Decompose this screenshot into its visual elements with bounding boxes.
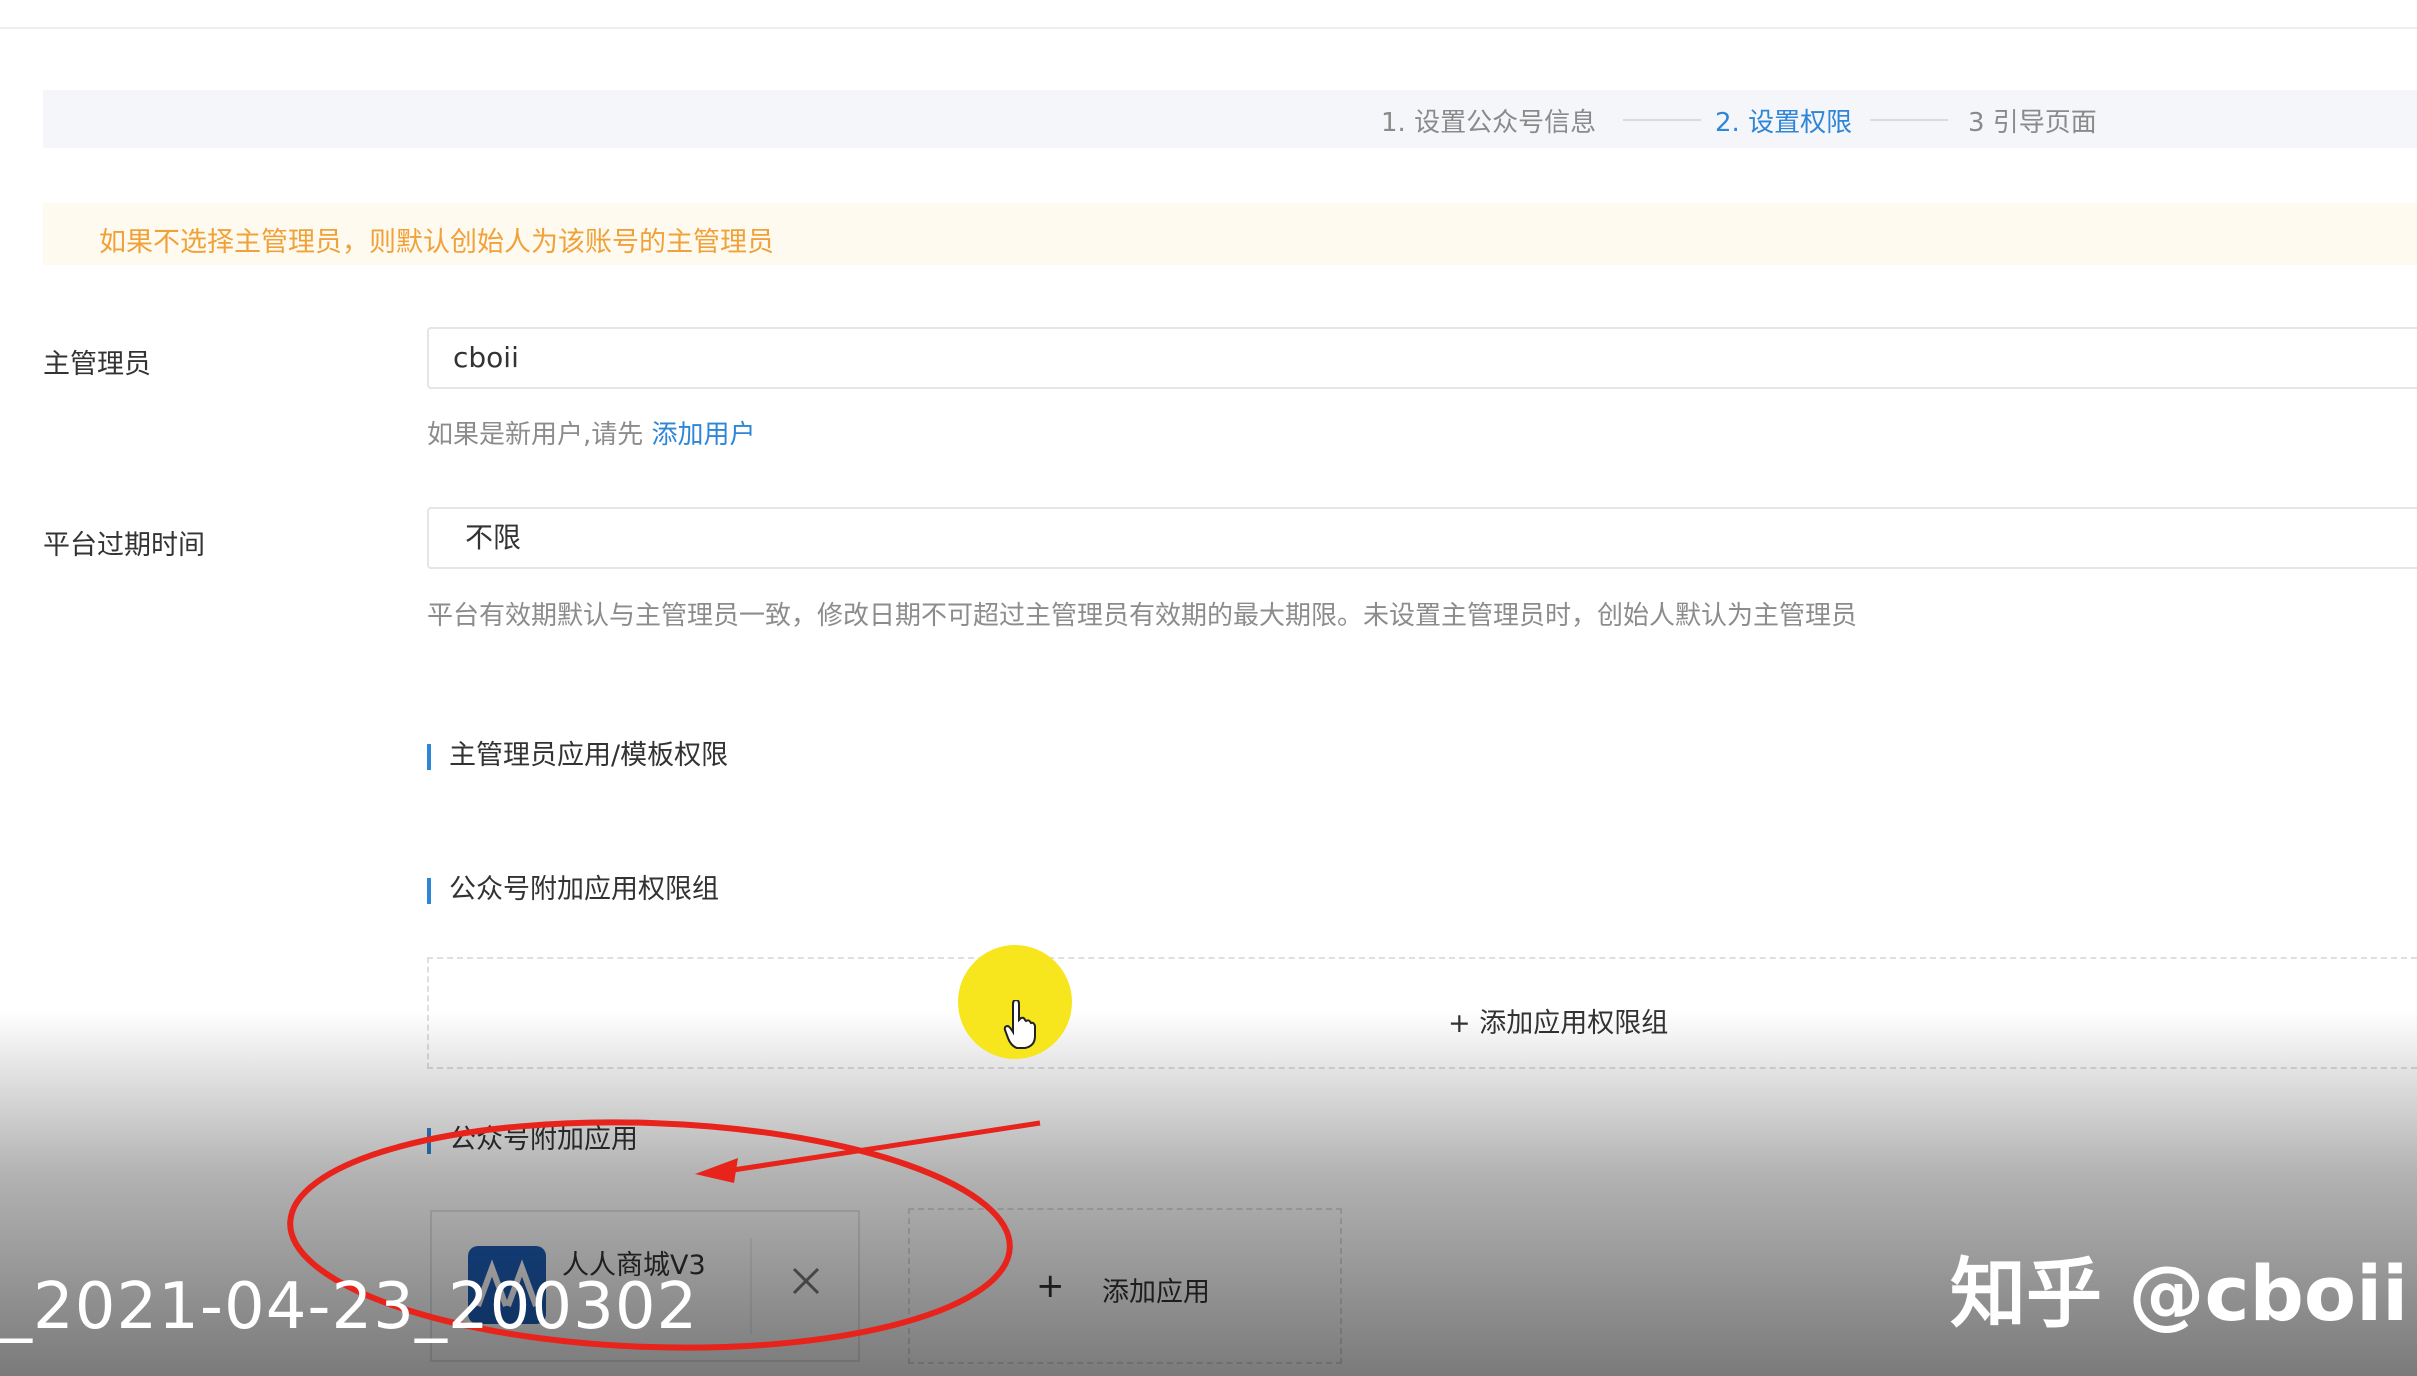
section-extra-apps: 公众号附加应用 <box>427 1123 638 1157</box>
section-admin-permissions: 主管理员应用/模板权限 <box>427 739 728 773</box>
close-icon[interactable] <box>788 1263 824 1299</box>
step-connector <box>1870 119 1948 121</box>
add-user-link[interactable]: 添加用户 <box>652 420 756 450</box>
section-extra-permission-group: 公众号附加应用权限组 <box>427 873 719 907</box>
red-arrow-shaft <box>719 1120 1041 1175</box>
add-app-button[interactable]: 添加应用 <box>1102 1270 1210 1309</box>
page: 1. 设置公众号信息 2. 设置权限 3 引导页面 如果不选择主管理员，则默认创… <box>0 0 2417 1376</box>
expire-input[interactable]: 不限 <box>427 507 2417 569</box>
step-1[interactable]: 1. 设置公众号信息 <box>1381 102 1596 139</box>
red-arrow-head <box>695 1158 738 1183</box>
notice-text: 如果不选择主管理员，则默认创始人为该账号的主管理员 <box>99 227 774 258</box>
step-2-active[interactable]: 2. 设置权限 <box>1715 102 1852 139</box>
step-3[interactable]: 3 引导页面 <box>1968 102 2097 139</box>
hand-cursor-icon <box>1003 1000 1036 1049</box>
filename-overlay: _2021-04-23_200302 <box>0 1270 699 1344</box>
card-divider <box>750 1238 752 1334</box>
plus-icon: + <box>1036 1266 1065 1306</box>
step-connector <box>1623 119 1701 121</box>
expire-label: 平台过期时间 <box>43 530 205 561</box>
admin-hint-text: 如果是新用户,请先 <box>427 420 644 450</box>
add-permission-group-label: 添加应用权限组 <box>1479 1008 1669 1039</box>
top-divider <box>0 27 2417 29</box>
add-permission-group-box[interactable] <box>427 957 2417 1069</box>
admin-hint: 如果是新用户,请先 添加用户 <box>427 414 756 451</box>
add-permission-group-button[interactable]: + 添加应用权限组 <box>1448 1001 1668 1040</box>
admin-label: 主管理员 <box>43 349 151 380</box>
admin-input[interactable]: cboii <box>427 327 2417 389</box>
watermark: 知乎 @cboii <box>1950 1249 2409 1338</box>
expire-hint: 平台有效期默认与主管理员一致，修改日期不可超过主管理员有效期的最大期限。未设置主… <box>427 601 1858 631</box>
plus-icon: + <box>1448 1008 1471 1039</box>
